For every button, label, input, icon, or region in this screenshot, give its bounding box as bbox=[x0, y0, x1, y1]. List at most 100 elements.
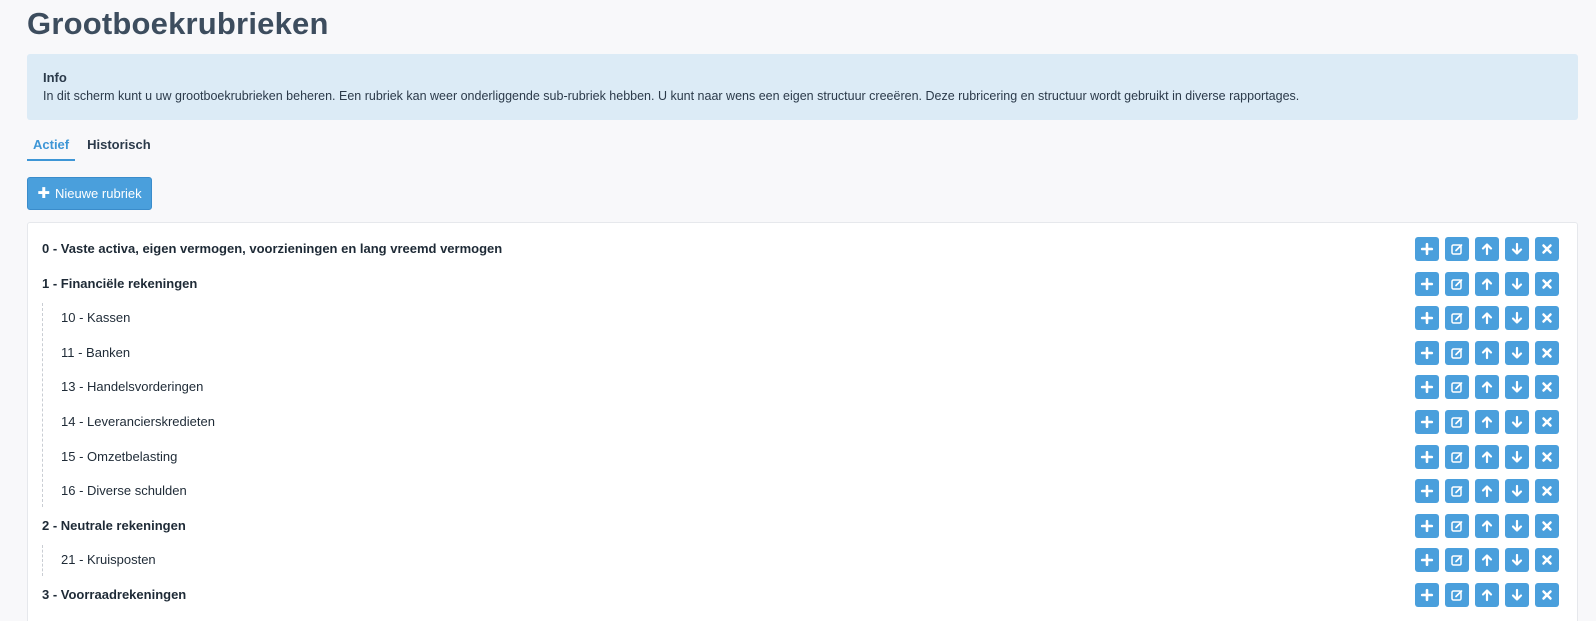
arrow-down-icon bbox=[1510, 588, 1524, 602]
rubriek-row: 15 - Omzetbelasting bbox=[28, 440, 1577, 475]
move-up-button[interactable] bbox=[1475, 444, 1499, 469]
row-actions bbox=[1415, 340, 1559, 365]
add-subrubriek-button[interactable] bbox=[1415, 548, 1439, 573]
delete-button[interactable] bbox=[1535, 271, 1559, 296]
rubriek-label: 1 - Financiële rekeningen bbox=[42, 275, 198, 291]
delete-button[interactable] bbox=[1535, 410, 1559, 434]
arrow-down-icon bbox=[1510, 277, 1524, 291]
edit-icon bbox=[1450, 311, 1464, 325]
close-icon bbox=[1540, 242, 1554, 256]
move-up-button[interactable] bbox=[1475, 583, 1499, 607]
edit-button[interactable] bbox=[1445, 479, 1469, 504]
page-title: Grootboekrubrieken bbox=[27, 6, 329, 41]
edit-button[interactable] bbox=[1445, 548, 1469, 573]
rubriek-row: 11 - Banken bbox=[28, 336, 1577, 371]
edit-icon bbox=[1450, 519, 1464, 533]
arrow-down-icon bbox=[1510, 242, 1524, 256]
add-subrubriek-button[interactable] bbox=[1415, 410, 1439, 434]
move-down-button[interactable] bbox=[1505, 583, 1529, 607]
edit-button[interactable] bbox=[1445, 583, 1469, 607]
row-actions bbox=[1415, 237, 1559, 261]
new-rubriek-button[interactable]: ✚ Nieuwe rubriek bbox=[27, 177, 152, 210]
plus-icon: ✚ bbox=[37, 185, 50, 202]
edit-button[interactable] bbox=[1445, 340, 1469, 365]
plus-icon bbox=[1420, 277, 1434, 291]
move-up-button[interactable] bbox=[1475, 237, 1499, 261]
tab-actief[interactable]: Actief bbox=[27, 134, 76, 161]
edit-button[interactable] bbox=[1445, 444, 1469, 469]
move-up-button[interactable] bbox=[1475, 271, 1499, 296]
delete-button[interactable] bbox=[1535, 375, 1559, 400]
move-down-button[interactable] bbox=[1505, 271, 1529, 296]
move-down-button[interactable] bbox=[1505, 237, 1529, 261]
delete-button[interactable] bbox=[1535, 237, 1559, 261]
rubriek-row: 10 - Kassen bbox=[28, 301, 1577, 336]
row-actions bbox=[1415, 410, 1559, 434]
info-text: In dit scherm kunt u uw grootboekrubriek… bbox=[43, 89, 1300, 103]
row-actions bbox=[1415, 375, 1559, 400]
move-up-button[interactable] bbox=[1475, 513, 1499, 538]
rubriek-row: 1 - Financiële rekeningen bbox=[28, 267, 1577, 302]
rubriek-label: 11 - Banken bbox=[61, 344, 131, 360]
delete-button[interactable] bbox=[1535, 340, 1559, 365]
tab-historisch[interactable]: Historisch bbox=[81, 134, 157, 159]
close-icon bbox=[1540, 380, 1554, 394]
add-subrubriek-button[interactable] bbox=[1415, 375, 1439, 400]
plus-icon bbox=[1420, 346, 1434, 360]
edit-button[interactable] bbox=[1445, 237, 1469, 261]
add-subrubriek-button[interactable] bbox=[1415, 271, 1439, 296]
delete-button[interactable] bbox=[1535, 444, 1559, 469]
edit-button[interactable] bbox=[1445, 271, 1469, 296]
add-subrubriek-button[interactable] bbox=[1415, 306, 1439, 331]
rubriek-row: 14 - Leverancierskredieten bbox=[28, 405, 1577, 440]
delete-button[interactable] bbox=[1535, 548, 1559, 573]
delete-button[interactable] bbox=[1535, 479, 1559, 504]
move-up-button[interactable] bbox=[1475, 479, 1499, 504]
move-down-button[interactable] bbox=[1505, 306, 1529, 331]
rubriek-label: 10 - Kassen bbox=[61, 310, 131, 326]
arrow-up-icon bbox=[1480, 346, 1494, 360]
edit-icon bbox=[1450, 242, 1464, 256]
row-actions bbox=[1415, 444, 1559, 469]
rubriek-label: 16 - Diverse schulden bbox=[61, 483, 187, 499]
delete-button[interactable] bbox=[1535, 306, 1559, 331]
add-subrubriek-button[interactable] bbox=[1415, 444, 1439, 469]
arrow-up-icon bbox=[1480, 242, 1494, 256]
rubriek-label: 21 - Kruisposten bbox=[61, 552, 156, 568]
move-down-button[interactable] bbox=[1505, 375, 1529, 400]
move-down-button[interactable] bbox=[1505, 548, 1529, 573]
move-down-button[interactable] bbox=[1505, 479, 1529, 504]
arrow-up-icon bbox=[1480, 277, 1494, 291]
rubriek-label: 2 - Neutrale rekeningen bbox=[42, 517, 186, 533]
delete-button[interactable] bbox=[1535, 583, 1559, 607]
move-down-button[interactable] bbox=[1505, 444, 1529, 469]
move-up-button[interactable] bbox=[1475, 340, 1499, 365]
add-subrubriek-button[interactable] bbox=[1415, 479, 1439, 504]
add-subrubriek-button[interactable] bbox=[1415, 237, 1439, 261]
rubriek-row: 16 - Diverse schulden bbox=[28, 474, 1577, 509]
move-up-button[interactable] bbox=[1475, 375, 1499, 400]
move-down-button[interactable] bbox=[1505, 340, 1529, 365]
plus-icon bbox=[1420, 311, 1434, 325]
delete-button[interactable] bbox=[1535, 513, 1559, 538]
move-down-button[interactable] bbox=[1505, 513, 1529, 538]
move-up-button[interactable] bbox=[1475, 548, 1499, 573]
add-subrubriek-button[interactable] bbox=[1415, 513, 1439, 538]
plus-icon bbox=[1420, 242, 1434, 256]
edit-button[interactable] bbox=[1445, 513, 1469, 538]
edit-button[interactable] bbox=[1445, 375, 1469, 400]
edit-button[interactable] bbox=[1445, 410, 1469, 434]
move-down-button[interactable] bbox=[1505, 410, 1529, 434]
arrow-down-icon bbox=[1510, 380, 1524, 394]
rubriek-label: 15 - Omzetbelasting bbox=[61, 448, 178, 464]
move-up-button[interactable] bbox=[1475, 306, 1499, 331]
move-up-button[interactable] bbox=[1475, 410, 1499, 434]
add-subrubriek-button[interactable] bbox=[1415, 583, 1439, 607]
new-rubriek-label: Nieuwe rubriek bbox=[54, 186, 142, 201]
edit-button[interactable] bbox=[1445, 306, 1469, 331]
arrow-down-icon bbox=[1510, 484, 1524, 498]
arrow-up-icon bbox=[1480, 484, 1494, 498]
rubrieken-tree: 0 - Vaste activa, eigen vermogen, voorzi… bbox=[27, 222, 1578, 621]
rubriek-row: 13 - Handelsvorderingen bbox=[28, 370, 1577, 405]
add-subrubriek-button[interactable] bbox=[1415, 340, 1439, 365]
